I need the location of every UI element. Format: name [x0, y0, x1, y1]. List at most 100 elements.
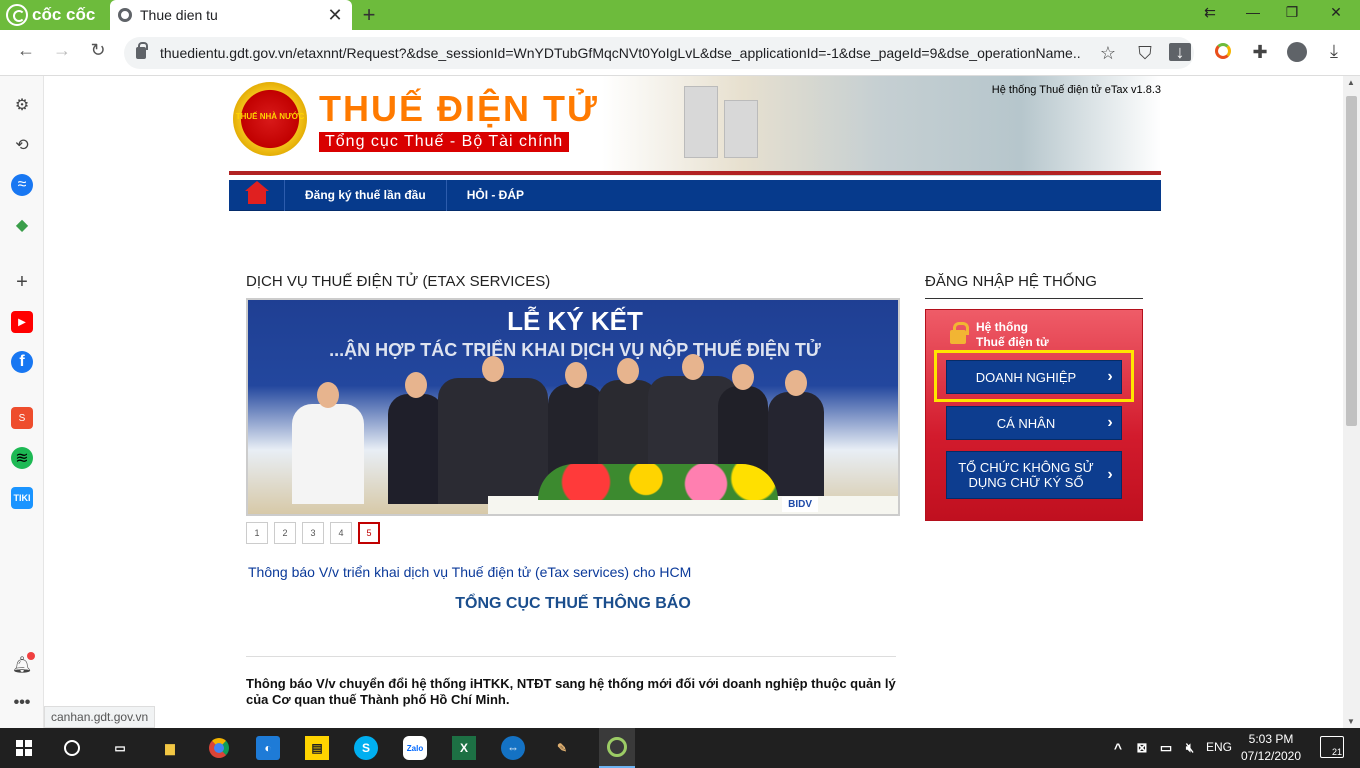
search-circle-icon[interactable] — [60, 736, 84, 760]
notification-bell-icon[interactable]: 🔔︎ — [11, 652, 35, 676]
minimize-button[interactable]: — — [1243, 4, 1263, 20]
messenger-icon[interactable]: ≈ — [11, 174, 33, 196]
main-menu: Đăng ký thuế lần đầu HỎI - ĐÁP — [229, 179, 1161, 211]
new-tab-button[interactable]: + — [358, 2, 380, 28]
browser-tab[interactable]: Thue dien tu ✕ — [110, 0, 352, 30]
home-button[interactable] — [229, 179, 285, 211]
windows-start-icon[interactable] — [12, 736, 36, 760]
paint-icon[interactable]: ✎ — [550, 736, 574, 760]
sticky-notes-icon[interactable]: ▤ — [305, 736, 329, 760]
system-clock[interactable]: 5:03 PM 07/12/2020 — [1236, 731, 1306, 765]
close-window-button[interactable]: ✕ — [1326, 4, 1346, 21]
extension-color-icon[interactable] — [1212, 43, 1234, 62]
scrollbar-thumb[interactable] — [1346, 96, 1357, 426]
excel-icon[interactable]: X — [452, 736, 476, 760]
shield-icon[interactable]: ⛉ — [1134, 44, 1156, 62]
chevron-right-icon: › — [1107, 414, 1113, 431]
slide-page-button[interactable]: 4 — [330, 522, 352, 544]
slideshow-pager: 1 2 3 4 5 — [246, 522, 386, 544]
more-options-icon[interactable]: ••• — [11, 692, 33, 714]
slide-person — [768, 370, 824, 504]
teamviewer-icon[interactable]: ⇔ — [501, 736, 525, 760]
slide-page-button-active[interactable]: 5 — [358, 522, 380, 544]
slide-page-button[interactable]: 1 — [246, 522, 268, 544]
slide-subheading: ...ẬN HỢP TÁC TRIỂN KHAI DỊCH VỤ NỘP THU… — [329, 340, 821, 360]
padlock-icon — [950, 322, 969, 344]
shopee-icon[interactable]: S — [11, 407, 33, 429]
youtube-icon[interactable]: ▶ — [11, 311, 33, 333]
browser-toolbar: ← → ↻ thuedientu.gdt.gov.vn/etaxnnt/Requ… — [0, 30, 1360, 76]
url-text: thuedientu.gdt.gov.vn/etaxnnt/Request?&d… — [160, 45, 1080, 61]
site-title: THUẾ ĐIỆN TỬ — [319, 88, 599, 129]
forward-button[interactable]: → — [50, 40, 74, 61]
spotify-icon[interactable]: ≋ — [11, 447, 33, 469]
network-icon[interactable]: ▭ — [1154, 736, 1178, 760]
login-organization-no-signature-button[interactable]: TỔ CHỨC KHÔNG SỬ DỤNG CHỮ KÝ SỐ › — [946, 451, 1122, 499]
skype-icon[interactable]: S — [354, 736, 378, 760]
language-indicator[interactable]: ENG — [1206, 740, 1232, 754]
add-sidebar-item-icon[interactable]: + — [11, 271, 33, 293]
banner-building-image — [724, 100, 758, 158]
services-slideshow[interactable]: LỄ KÝ KẾT ...ẬN HỢP TÁC TRIỂN KHAI DỊCH … — [246, 298, 900, 516]
windows-taskbar: ▭ ▆ ◐ ▤ S Zalo X ⇔ ✎ ^ ⊠ ▭ 🔇︎ ENG 5:03 P… — [0, 728, 1360, 768]
slide-page-button[interactable]: 2 — [274, 522, 296, 544]
bookmark-star-icon[interactable]: ☆ — [1097, 44, 1119, 62]
bidv-logo: BIDV — [782, 497, 818, 512]
link-status-hint: canhan.gdt.gov.vn — [44, 706, 156, 728]
slide-person — [438, 356, 548, 504]
page-scrollbar[interactable]: ▲ ▼ — [1343, 76, 1360, 728]
slide-flowers — [538, 464, 778, 500]
history-icon[interactable]: ⟲ — [11, 134, 33, 156]
login-panel: Hệ thống Thuế điện tử DOANH NGHIỆP › CÁ N… — [925, 309, 1143, 521]
maximize-button[interactable]: ❐ — [1282, 4, 1302, 21]
scroll-down-arrow-icon[interactable]: ▼ — [1347, 717, 1355, 726]
slide-heading: LỄ KÝ KẾT — [507, 306, 643, 336]
tab-title: Thue dien tu — [140, 7, 218, 23]
browser-brand-label: cốc cốc — [32, 5, 96, 24]
coccoc-taskbar-icon[interactable] — [599, 728, 635, 768]
lock-icon[interactable] — [136, 42, 148, 59]
reload-button[interactable]: ↻ — [86, 40, 110, 61]
tax-emblem-logo[interactable]: THUẾ NHÀ NƯỚC — [233, 82, 307, 156]
file-explorer-icon[interactable]: ▆ — [158, 736, 182, 760]
chevron-right-icon: › — [1107, 466, 1113, 483]
login-individual-button[interactable]: CÁ NHÂN › — [946, 406, 1122, 440]
game-controller-icon[interactable]: ◆ — [11, 214, 33, 236]
home-icon — [244, 181, 269, 204]
profile-avatar-icon[interactable] — [1286, 42, 1308, 65]
show-hidden-icons-chevron[interactable]: ^ — [1106, 736, 1130, 760]
notice-body: Thông báo V/v chuyển đổi hệ thống iHTKK,… — [246, 676, 896, 707]
login-title: ĐĂNG NHẬP HỆ THỐNG — [925, 273, 1097, 290]
notice-heading: TỔNG CỤC THUẾ THÔNG BÁO — [455, 595, 691, 612]
menu-item-first-registration[interactable]: Đăng ký thuế lần đầu — [285, 179, 447, 211]
settings-gear-icon[interactable]: ⚙ — [11, 94, 33, 116]
system-version: Hệ thống Thuế điện tử eTax v1.8.3 — [991, 84, 1161, 96]
highlight-box — [934, 350, 1134, 402]
tab-close-icon[interactable]: ✕ — [326, 5, 344, 26]
slide-person — [388, 372, 444, 504]
tiki-icon[interactable]: TIKI — [11, 487, 33, 509]
task-view-icon[interactable]: ▭ — [108, 736, 132, 760]
volume-muted-icon[interactable]: 🔇︎ — [1178, 736, 1202, 760]
browser-sidebar: ⚙ ⟲ ≈ ◆ + ▶ f S ≋ TIKI 🔔︎ ••• — [0, 76, 44, 728]
coccoc-menu-button[interactable]: cốc cốc — [6, 3, 95, 27]
address-bar[interactable]: thuedientu.gdt.gov.vn/etaxnnt/Request?&d… — [124, 37, 1194, 69]
slide-person — [292, 382, 364, 504]
restore-tabs-icon[interactable]: ⇇ — [1200, 4, 1220, 21]
download-page-icon[interactable]: ↓ — [1169, 43, 1191, 61]
chrome-icon[interactable] — [207, 736, 231, 760]
slide-page-button[interactable]: 3 — [302, 522, 324, 544]
extensions-puzzle-icon[interactable]: ✚ — [1249, 43, 1271, 61]
notice-link[interactable]: Thông báo V/v triển khai dịch vụ Thuế đi… — [248, 564, 691, 580]
action-center-icon[interactable]: 21 — [1320, 736, 1344, 758]
security-tray-icon[interactable]: ⊠ — [1130, 736, 1154, 760]
remote-desktop-icon[interactable]: ◐ — [256, 736, 280, 760]
scroll-up-arrow-icon[interactable]: ▲ — [1347, 78, 1355, 87]
menu-item-faq[interactable]: HỎI - ĐÁP — [447, 180, 544, 211]
zalo-icon[interactable]: Zalo — [403, 736, 427, 760]
facebook-icon[interactable]: f — [11, 351, 33, 373]
downloads-icon[interactable]: ⤓ — [1323, 42, 1345, 60]
site-banner: THUẾ NHÀ NƯỚC THUẾ ĐIỆN TỬ Tổng cục Thuế… — [229, 76, 1161, 176]
back-button[interactable]: ← — [14, 40, 38, 61]
services-title: DỊCH VỤ THUẾ ĐIỆN TỬ (ETAX SERVICES) — [246, 273, 551, 290]
